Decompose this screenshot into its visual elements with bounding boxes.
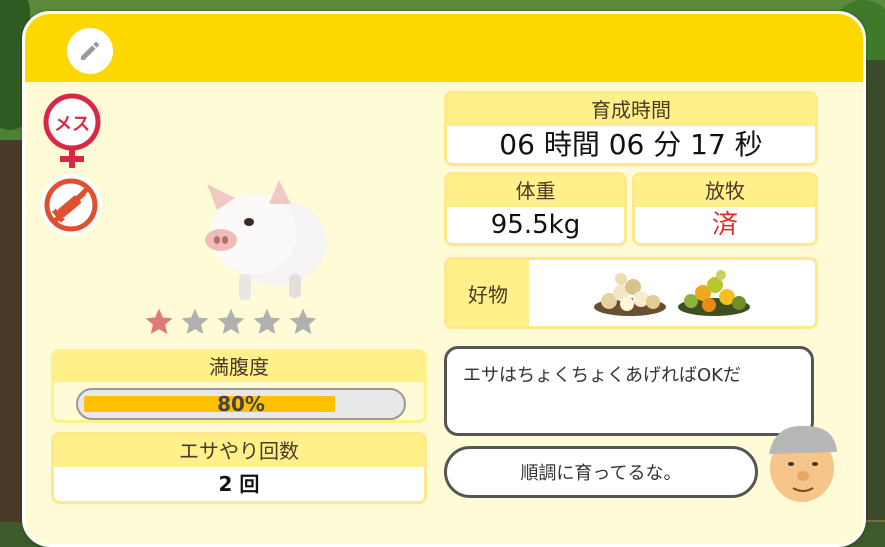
favorite-food-box: 好物 (444, 257, 818, 329)
favorite-foods (529, 260, 815, 326)
panel-header (25, 14, 863, 82)
feed-count-value: 2 回 (218, 472, 260, 496)
fullness-value: 80% (217, 392, 265, 416)
female-icon: メス (43, 93, 101, 168)
favorite-label: 好物 (447, 260, 529, 326)
rearing-time-value: 06 時間 06 分 17 秒 (499, 128, 763, 161)
pencil-icon (81, 41, 100, 60)
pig-detail-panel: メス 満腹度 80% エサやり回数 2 回 育成時間 06 時間 06 分 17… (22, 11, 866, 547)
star-icon (181, 308, 209, 334)
fullness-gauge: 80% (76, 388, 406, 420)
farmer-avatar-icon (769, 425, 837, 502)
green-food-pile-icon (678, 270, 750, 316)
feed-count-label: エサやり回数 (54, 435, 424, 467)
pig-illustration (205, 180, 327, 300)
weight-value: 95.5kg (490, 210, 581, 240)
weight-label: 体重 (447, 175, 624, 207)
star-icon (289, 308, 317, 334)
grazing-box: 放牧 済 (632, 172, 818, 246)
star-icon (253, 308, 281, 334)
edit-name-button[interactable] (67, 28, 113, 74)
comment-text: 順調に育ってるな。 (520, 463, 682, 484)
grazing-value: 済 (711, 210, 738, 240)
gender-label: メス (54, 114, 90, 135)
star-icon (145, 308, 173, 334)
weight-box: 体重 95.5kg (444, 172, 627, 246)
rating-stars (143, 306, 319, 338)
feed-count-box: エサやり回数 2 回 (51, 432, 427, 504)
rearing-time-box: 育成時間 06 時間 06 分 17 秒 (444, 91, 818, 166)
fullness-label: 満腹度 (54, 352, 424, 382)
fullness-box: 満腹度 80% (51, 349, 427, 423)
no-injection-icon (44, 178, 98, 232)
female-badge: メス (40, 92, 104, 170)
no-medicine-badge (40, 174, 102, 236)
rearing-time-label: 育成時間 (447, 94, 815, 126)
star-icon (217, 308, 245, 334)
grazing-label: 放牧 (635, 175, 815, 207)
tip-text: エサはちょくちょくあげればOKだ (463, 365, 741, 386)
beige-food-pile-icon (594, 273, 666, 316)
comment-speech-bubble: 順調に育ってるな。 (444, 446, 758, 498)
